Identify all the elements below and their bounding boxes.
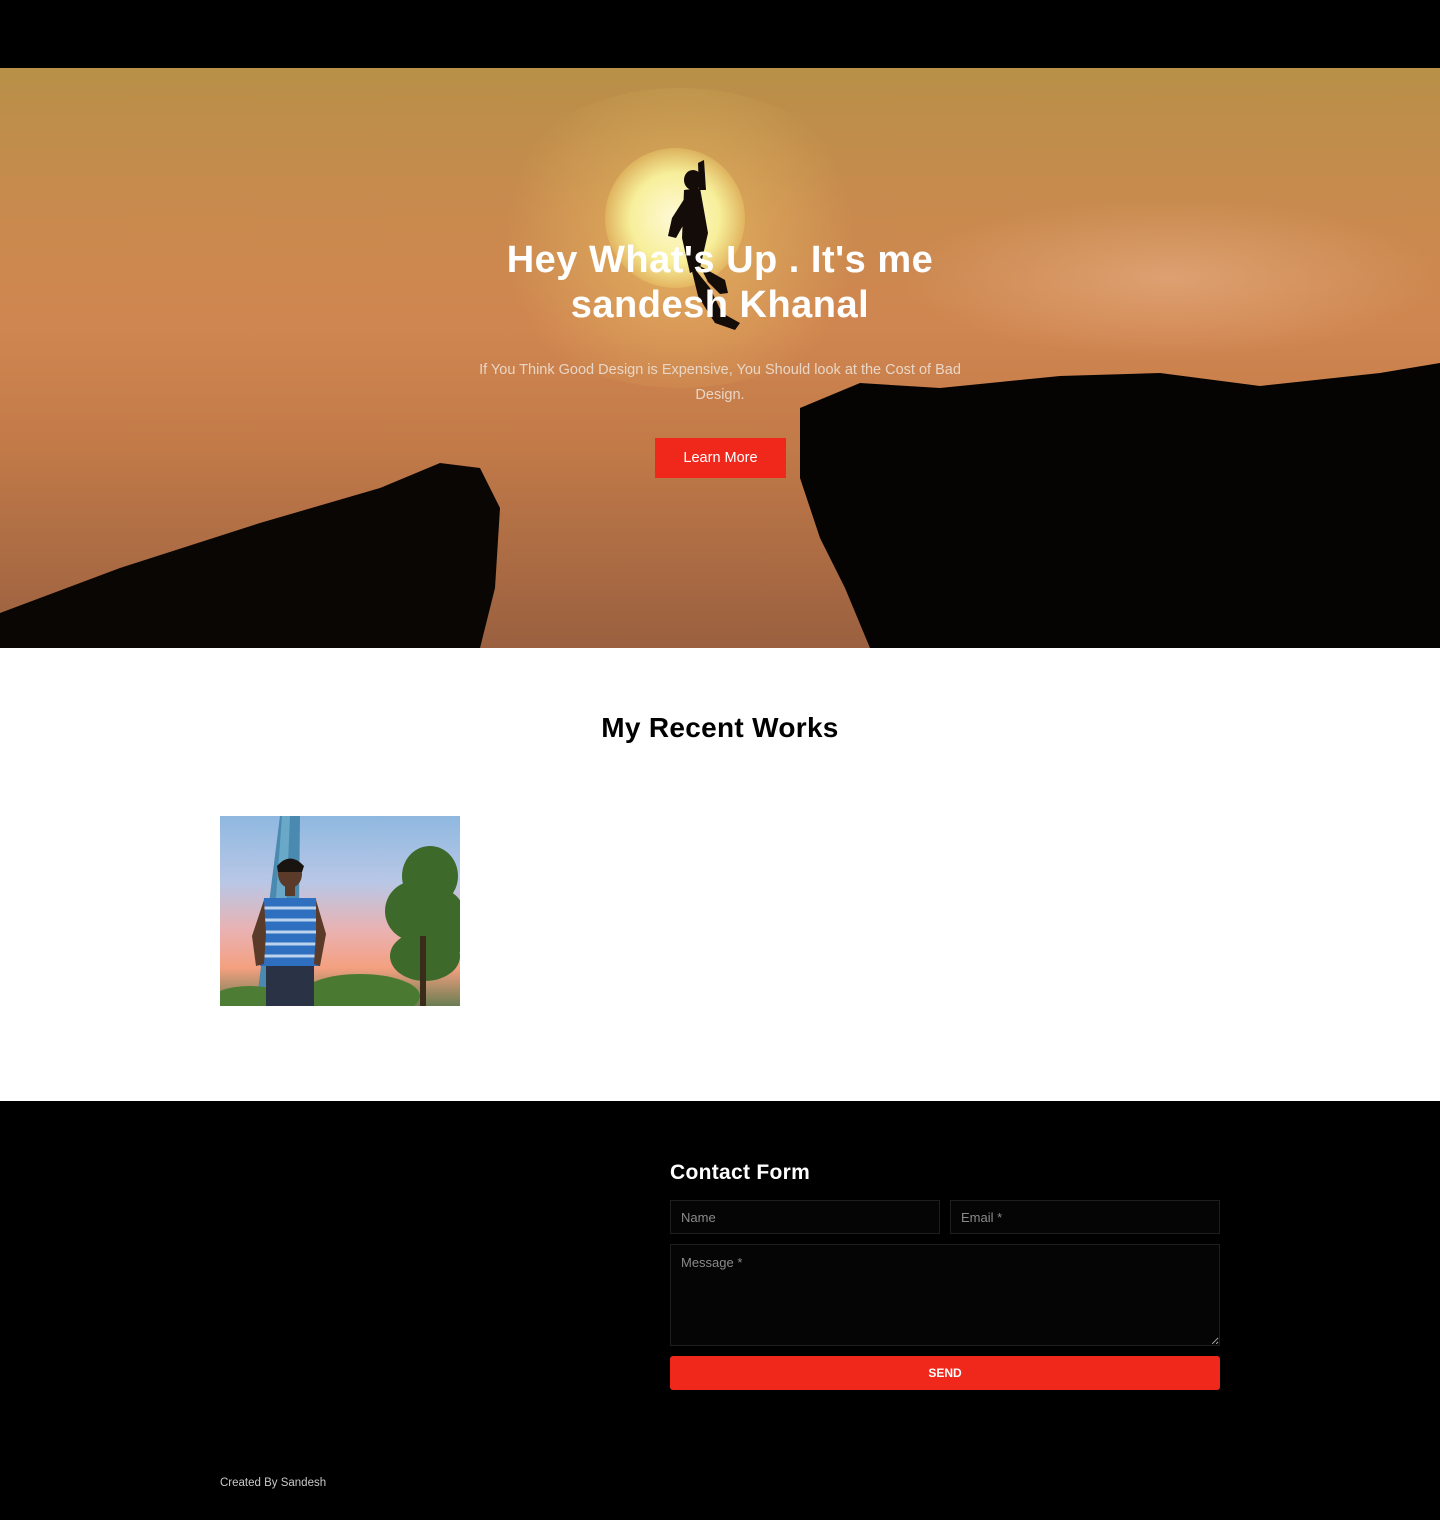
email-field[interactable] — [950, 1200, 1220, 1234]
contact-title: Contact Form — [670, 1161, 811, 1184]
hero-section: Hey What's Up . It's me sandesh Khanal I… — [0, 68, 1440, 648]
hero-subtitle: If You Think Good Design is Expensive, Y… — [455, 358, 985, 408]
hero-title: Hey What's Up . It's me sandesh Khanal — [420, 238, 1020, 328]
message-field[interactable] — [670, 1244, 1220, 1346]
name-field[interactable] — [670, 1200, 940, 1234]
footer-credit: Created By Sandesh — [220, 1477, 327, 1489]
hero-subtitle-line2: Design. — [695, 387, 745, 403]
send-button[interactable]: SEND — [670, 1356, 1220, 1390]
recent-works-section: My Recent Works — [0, 648, 1440, 1101]
learn-more-button[interactable]: Learn More — [655, 438, 786, 478]
work-photo-image — [220, 816, 460, 1006]
hero-content: Hey What's Up . It's me sandesh Khanal I… — [0, 68, 1440, 648]
contact-section: Contact Form SEND Created By Sandesh — [0, 1101, 1440, 1520]
top-navbar — [0, 0, 1440, 68]
hero-subtitle-line1: If You Think Good Design is Expensive, Y… — [479, 362, 961, 378]
hero-title-line2: sandesh Khanal — [570, 284, 870, 326]
hero-title-line1: Hey What's Up . It's me — [506, 239, 934, 281]
works-title: My Recent Works — [601, 712, 839, 743]
work-thumbnail[interactable] — [220, 816, 460, 1006]
